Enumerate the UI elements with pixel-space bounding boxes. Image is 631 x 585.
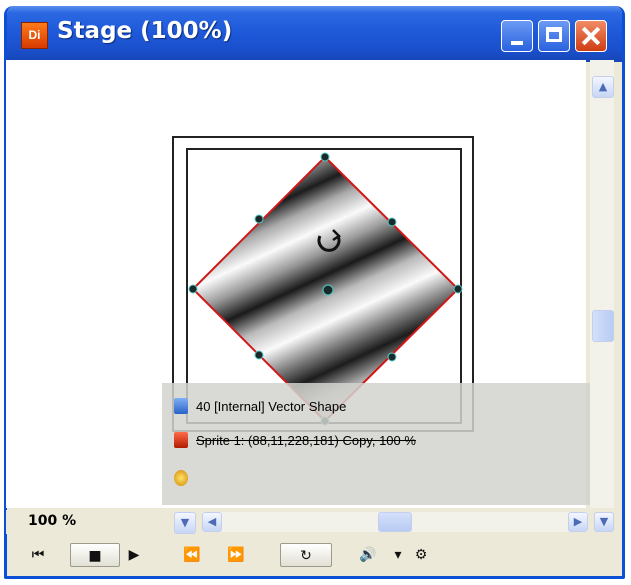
dtv-icon[interactable]: ⚙ bbox=[406, 543, 436, 567]
rewind-icon[interactable]: ⏮ bbox=[28, 543, 48, 567]
horizontal-scrollbar[interactable]: ◀ ▶ bbox=[202, 512, 588, 532]
cast-member-label: 40 [Internal] Vector Shape bbox=[196, 398, 347, 414]
zoom-dropdown-button[interactable]: ▼ bbox=[174, 512, 196, 534]
zoom-level[interactable]: 100 % bbox=[28, 513, 76, 529]
info-row-behavior bbox=[174, 467, 196, 489]
stop-icon: ■ bbox=[88, 548, 102, 564]
sprite-info-overlay: 40 [Internal] Vector Shape Sprite 1: (88… bbox=[162, 383, 592, 505]
scroll-up-button[interactable]: ▲ bbox=[592, 76, 614, 98]
volume-dropdown[interactable]: ▾ bbox=[394, 543, 402, 567]
minimize-icon bbox=[511, 41, 523, 45]
info-row-cast: 40 [Internal] Vector Shape bbox=[174, 395, 346, 417]
scroll-left-button[interactable]: ◀ bbox=[202, 512, 222, 532]
info-row-sprite: Sprite 1: (88,11,228,181) Copy, 100 % bbox=[174, 429, 416, 451]
maximize-icon bbox=[546, 27, 562, 42]
window-title: Stage (100%) bbox=[57, 18, 233, 44]
title-bar[interactable]: Di Stage (100%) bbox=[7, 6, 622, 62]
play-icon[interactable]: ▶ bbox=[124, 543, 144, 567]
zoom-scroll-bar: 100 % ▼ ◀ ▶ ▼ bbox=[6, 510, 614, 534]
scroll-right-button[interactable]: ▶ bbox=[568, 512, 588, 532]
vertical-scroll-thumb[interactable] bbox=[592, 310, 614, 342]
volume-icon[interactable]: 🔊 bbox=[354, 543, 382, 567]
sprite-icon bbox=[174, 432, 188, 448]
loop-button[interactable]: ↻ bbox=[280, 543, 332, 567]
stop-button[interactable]: ■ bbox=[70, 543, 120, 567]
cast-member-icon bbox=[174, 398, 188, 414]
close-button[interactable] bbox=[575, 20, 607, 52]
step-forward-icon[interactable]: ⏩ bbox=[224, 543, 248, 567]
loop-icon: ↻ bbox=[300, 548, 312, 564]
vertical-scrollbar[interactable]: ▲ bbox=[590, 60, 614, 508]
step-back-icon[interactable]: ⏪ bbox=[180, 543, 204, 567]
playback-controls: ⏮ ■ ▶ ⏪ ⏩ ↻ 🔊 ▾ ⚙ bbox=[6, 537, 614, 571]
sprite-label: Sprite 1: (88,11,228,181) Copy, 100 % bbox=[196, 432, 416, 448]
minimize-button[interactable] bbox=[501, 20, 533, 52]
view-dropdown-button[interactable]: ▼ bbox=[594, 512, 614, 532]
horizontal-scroll-thumb[interactable] bbox=[378, 512, 412, 532]
app-icon: Di bbox=[21, 22, 48, 49]
maximize-button[interactable] bbox=[538, 20, 570, 52]
behavior-icon bbox=[174, 470, 188, 486]
